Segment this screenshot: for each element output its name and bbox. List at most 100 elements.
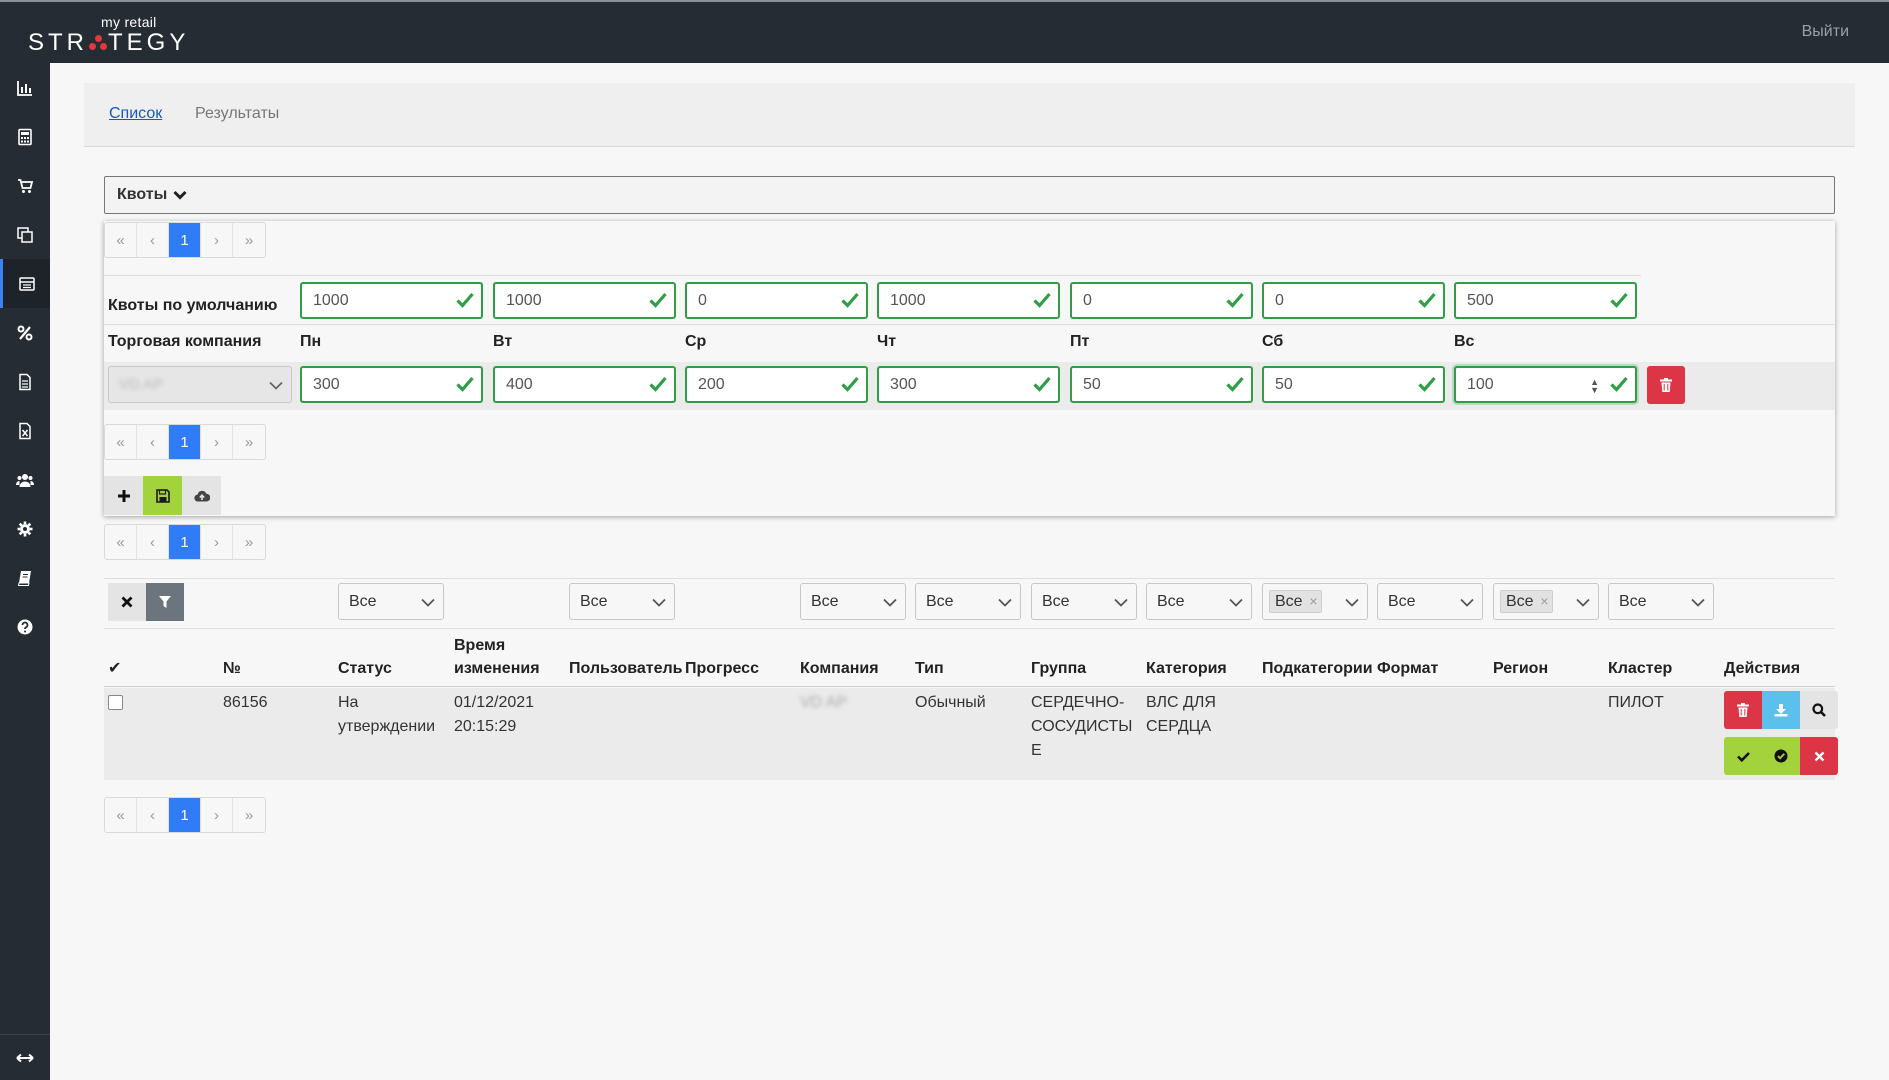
upload-button[interactable] [182,476,221,515]
status-filter-select[interactable]: Все [338,583,444,620]
quota-thu-input[interactable]: 300 [877,366,1060,403]
pager-first[interactable]: « [105,525,137,559]
col-header-region: Регион [1493,660,1549,677]
pager-prev[interactable]: ‹ [137,223,169,257]
default-quota-sat[interactable]: 0 [1262,282,1445,319]
pager-prev[interactable]: ‹ [137,525,169,559]
check-icon [1736,751,1750,762]
chevron-down-icon [1691,598,1705,607]
sidebar-item-calculator[interactable] [0,112,50,161]
type-filter-select[interactable]: Все [915,583,1021,620]
row-category-line1: ВЛС ДЛЯ [1146,694,1216,711]
sidebar-item-excel[interactable] [0,406,50,455]
bar-chart-icon [17,80,32,96]
default-quota-wed[interactable]: 0 [685,282,868,319]
sidebar-item-book[interactable] [0,553,50,602]
number-spinner-icon[interactable]: ▲ ▼ [1590,378,1599,395]
chevron-down-icon [1576,598,1590,607]
pager-last[interactable]: » [233,425,265,459]
pager-next[interactable]: › [201,525,233,559]
clear-filters-button[interactable] [108,583,146,621]
pager-next[interactable]: › [201,425,233,459]
pager-page-1[interactable]: 1 [169,223,201,257]
quota-mon-input[interactable]: 300 [300,366,483,403]
trade-company-select[interactable]: VD AP [108,366,292,403]
delete-row-button[interactable] [1647,366,1685,404]
group-filter-select[interactable]: Все [1031,583,1137,620]
pager-prev[interactable]: ‹ [137,798,169,832]
confirm-button[interactable] [1762,737,1800,775]
day-header-mon: Пн [300,333,322,350]
pager-page-1[interactable]: 1 [169,525,201,559]
cluster-filter-select[interactable]: Все [1608,583,1714,620]
filter-button[interactable] [146,583,184,621]
pager-next[interactable]: › [201,798,233,832]
row-checkbox[interactable] [108,695,123,710]
approve-button[interactable] [1724,737,1762,775]
tab-results[interactable]: Результаты [195,105,279,123]
col-header-time-line1: Время [454,637,506,654]
user-filter-select[interactable]: Все [569,583,675,620]
delete-button[interactable] [1724,691,1762,729]
sidebar [0,63,50,1080]
sidebar-item-discounts[interactable] [0,308,50,357]
reject-button[interactable] [1800,737,1838,775]
sidebar-item-settings[interactable] [0,504,50,553]
select-all-header[interactable]: ✔ [108,657,121,680]
sidebar-item-list[interactable] [0,259,50,308]
logout-link[interactable]: Выйти [1802,23,1849,41]
logo-wordmark: STR TEGY [28,29,189,57]
region-filter-value: Все [1506,593,1534,610]
pager-first[interactable]: « [105,425,137,459]
add-row-button[interactable] [104,476,143,515]
sidebar-item-help[interactable] [0,602,50,651]
pager-first[interactable]: « [105,798,137,832]
pager-first[interactable]: « [105,223,137,257]
row-status-line1: На [338,694,359,711]
download-button[interactable] [1762,691,1800,729]
quota-sat-input[interactable]: 50 [1262,366,1445,403]
sidebar-toggle-button[interactable] [0,1034,50,1080]
pager-page-1[interactable]: 1 [169,798,201,832]
sidebar-item-users[interactable] [0,455,50,504]
default-quota-thu-value: 1000 [890,292,926,309]
subcategory-filter-value: Все [1275,593,1303,610]
users-icon [16,473,34,487]
subcategory-filter-select[interactable]: Все × [1262,583,1368,620]
tag-remove-icon[interactable]: × [1309,591,1317,612]
col-header-status: Статус [338,660,392,677]
default-quota-mon[interactable]: 1000 [300,282,483,319]
default-quota-tue[interactable]: 1000 [493,282,676,319]
sidebar-item-copy[interactable] [0,210,50,259]
pager-next[interactable]: › [201,223,233,257]
company-filter-select[interactable]: Все [800,583,906,620]
sidebar-item-reports[interactable] [0,63,50,112]
col-header-number: № [223,660,241,677]
region-filter-select[interactable]: Все × [1493,583,1599,620]
quota-tue-input[interactable]: 400 [493,366,676,403]
tag-remove-icon[interactable]: × [1540,591,1548,612]
pager-last[interactable]: » [233,798,265,832]
quota-fri-input[interactable]: 50 [1070,366,1253,403]
pager-last[interactable]: » [233,223,265,257]
format-filter-select[interactable]: Все [1377,583,1483,620]
default-quota-sun[interactable]: 500 [1454,282,1637,319]
default-quota-thu[interactable]: 1000 [877,282,1060,319]
tab-list[interactable]: Список [109,105,162,123]
quota-sun-input[interactable]: 100 ▲ ▼ [1454,366,1637,403]
quotas-dropdown-toggle[interactable]: Квоты [104,176,1835,214]
pager-prev[interactable]: ‹ [137,425,169,459]
divider [104,324,1835,325]
sidebar-item-documents[interactable] [0,357,50,406]
quota-wed-input[interactable]: 200 [685,366,868,403]
pager-last[interactable]: » [233,525,265,559]
sidebar-item-cart[interactable] [0,161,50,210]
col-header-category: Категория [1146,660,1227,677]
category-filter-select[interactable]: Все [1146,583,1252,620]
trade-company-header: Торговая компания [108,333,262,350]
pager-page-1[interactable]: 1 [169,425,201,459]
default-quota-fri[interactable]: 0 [1070,282,1253,319]
book-icon [17,570,31,586]
save-button[interactable] [143,476,182,515]
view-button[interactable] [1800,691,1838,729]
